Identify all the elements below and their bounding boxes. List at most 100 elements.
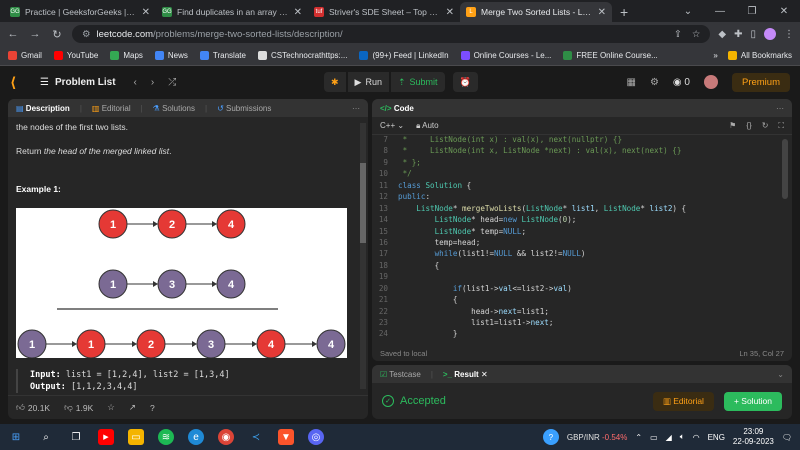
chrome-icon[interactable]: ◉	[218, 429, 234, 445]
shuffle-icon[interactable]: ⤮	[168, 77, 176, 88]
windows-start-icon[interactable]: ⊞	[8, 429, 24, 445]
profile-avatar[interactable]	[764, 28, 776, 40]
network-icon[interactable]: ◢	[666, 433, 672, 442]
tab-result[interactable]: >_ Result ✕	[443, 370, 488, 379]
editor-scrollbar[interactable]	[782, 139, 788, 199]
run-button[interactable]: ▶ Run	[347, 72, 389, 92]
file-explorer-icon[interactable]: ▭	[128, 429, 144, 445]
fullscreen-icon[interactable]: ⛶	[778, 121, 784, 131]
help-app-icon[interactable]: ?	[542, 429, 559, 445]
like-button[interactable]: 👍︎ 20.1K	[16, 402, 50, 413]
submit-button[interactable]: ⇡ Submit	[390, 72, 445, 92]
maximize-button[interactable]: ❐	[736, 6, 768, 17]
bookmark-item[interactable]: Gmail	[8, 51, 42, 60]
tab-solutions[interactable]: ⚗ Solutions	[153, 104, 195, 113]
app-icon[interactable]: ◎	[308, 429, 324, 445]
bookmark-star-icon[interactable]: ☆	[692, 29, 701, 40]
volume-icon[interactable]: 🔈︎	[680, 432, 685, 442]
battery-icon[interactable]: ▭	[650, 433, 658, 442]
brave-icon[interactable]: ▼	[278, 429, 294, 445]
close-tab-icon[interactable]: ✕	[446, 7, 454, 18]
new-tab-button[interactable]: +	[612, 2, 636, 22]
share-link-icon[interactable]: ↗	[129, 402, 136, 413]
user-avatar[interactable]	[703, 75, 718, 89]
all-bookmarks-button[interactable]: All Bookmarks	[727, 51, 792, 60]
reset-icon[interactable]: ↻	[762, 121, 769, 131]
close-tab-icon[interactable]: ✕	[481, 370, 488, 379]
code-menu-icon[interactable]: ⋯	[776, 104, 784, 113]
vscode-icon[interactable]: ≺	[248, 429, 264, 445]
result-menu-icon[interactable]: ⌄	[777, 370, 784, 379]
next-problem-icon[interactable]: ›	[151, 77, 154, 88]
extension-icon[interactable]: ◆	[718, 29, 726, 40]
url-bar[interactable]: ⚙ leetcode.com/problems/merge-two-sorted…	[72, 25, 711, 43]
close-tab-icon[interactable]: ✕	[294, 7, 302, 18]
code-editor[interactable]: 7 * ListNode(int x) : val(x), next(nullp…	[372, 135, 792, 341]
puzzle-icon[interactable]: ✚	[734, 29, 742, 40]
solution-button[interactable]: + Solution	[723, 391, 782, 411]
streak-counter[interactable]: ◉ 0	[673, 77, 690, 88]
debug-icon[interactable]: ✱	[324, 72, 346, 92]
timer-icon[interactable]: ⏰	[452, 72, 478, 92]
wifi-icon[interactable]: ◠	[693, 433, 700, 442]
dislike-button[interactable]: 👎︎ 1.9K	[64, 402, 93, 413]
clock[interactable]: 23:09 22-09-2023	[733, 427, 774, 447]
browser-tab[interactable]: GG Find duplicates in an array | Prac ✕	[156, 2, 308, 22]
premium-button[interactable]: Premium	[731, 72, 790, 92]
bookmark-item[interactable]: Translate	[199, 51, 246, 60]
problem-list-button[interactable]: ☰ Problem List	[40, 77, 116, 88]
bookmark-item[interactable]: (99+) Feed | LinkedIn	[359, 51, 449, 60]
description-scrollbar[interactable]	[360, 123, 366, 389]
share-icon[interactable]: ⇪	[674, 29, 682, 40]
leetcode-logo-icon[interactable]: ⟨	[10, 74, 24, 90]
minimize-button[interactable]: —	[704, 6, 736, 17]
list-node-value: 4	[228, 279, 235, 291]
tab-editorial[interactable]: ▥ Editorial	[92, 104, 131, 113]
format-braces-icon[interactable]: {}	[746, 121, 751, 131]
mode-toggle[interactable]: 🔒︎ Auto	[416, 121, 439, 131]
panel-menu-icon[interactable]: ⋯	[352, 104, 360, 113]
settings-gear-icon[interactable]: ⚙	[650, 77, 659, 88]
task-view-icon[interactable]: ❐	[68, 429, 84, 445]
close-window-button[interactable]: ✕	[768, 6, 800, 17]
tab-title: Find duplicates in an array | Prac	[177, 7, 289, 17]
more-bookmarks-icon[interactable]: »	[713, 51, 717, 60]
language-select[interactable]: C++ ⌄	[380, 121, 404, 130]
tray-chevron-icon[interactable]: ⌃	[635, 433, 642, 442]
youtube-icon[interactable]: ▶	[98, 429, 114, 445]
tab-testcase[interactable]: ☑ Testcase	[380, 370, 421, 379]
prev-problem-icon[interactable]: ‹	[134, 77, 137, 88]
editorial-button[interactable]: ▥ Editorial	[652, 391, 714, 411]
favorite-star-icon[interactable]: ☆	[107, 402, 115, 413]
tab-description[interactable]: ▤ Description	[16, 104, 70, 113]
back-icon[interactable]: ←	[6, 28, 20, 40]
bookmark-item[interactable]: Online Courses - Le...	[460, 51, 551, 60]
tab-submissions[interactable]: ↺ Submissions	[217, 104, 271, 113]
close-tab-icon[interactable]: ✕	[142, 7, 150, 18]
bookmark-item[interactable]: News	[154, 51, 188, 60]
forward-icon[interactable]: →	[28, 28, 42, 40]
bookmark-item[interactable]: CSTechnocrathttps:...	[257, 51, 347, 60]
help-icon[interactable]: ?	[150, 403, 155, 413]
browser-tab[interactable]: tuf Striver's SDE Sheet – Top Coding ✕	[308, 2, 460, 22]
layout-icon[interactable]: ▦	[626, 77, 635, 88]
search-icon[interactable]: ⌕	[38, 429, 54, 445]
bookmark-item[interactable]: Maps	[110, 51, 143, 60]
scrollbar-thumb[interactable]	[360, 163, 366, 243]
browser-tab[interactable]: L Merge Two Sorted Lists - LeetCod ✕	[460, 2, 612, 22]
bookmark-icon[interactable]: ⚑	[729, 121, 736, 131]
input-language[interactable]: ENG	[708, 433, 725, 442]
tab-search-icon[interactable]: ⌄	[672, 6, 704, 17]
reload-icon[interactable]: ↻	[50, 28, 64, 41]
sidepanel-icon[interactable]: ▯	[750, 29, 756, 40]
site-info-icon[interactable]: ⚙	[82, 29, 91, 40]
bookmark-item[interactable]: FREE Online Course...	[563, 51, 658, 60]
notification-icon[interactable]: 🗨︎	[782, 433, 792, 442]
chrome-menu-icon[interactable]: ⋮	[784, 29, 794, 40]
edge-icon[interactable]: e	[188, 429, 204, 445]
browser-tab[interactable]: GG Practice | GeeksforGeeks | A com ✕	[4, 2, 156, 22]
spotify-icon[interactable]: ≋	[158, 429, 174, 445]
close-tab-icon[interactable]: ✕	[598, 7, 606, 18]
bookmark-item[interactable]: YouTube	[53, 51, 98, 60]
currency-widget[interactable]: GBP/INR -0.54%	[567, 433, 628, 442]
